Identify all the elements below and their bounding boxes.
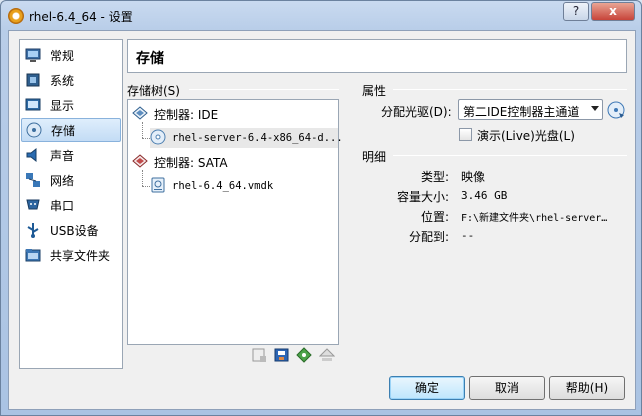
detail-location-value: F:\新建文件夹\rhel-server… <box>461 213 608 224</box>
sidebar-item-network[interactable]: 网络 <box>21 168 121 192</box>
system-icon <box>25 72 41 88</box>
drive-label: 分配光驱(D): <box>381 105 452 119</box>
chevron-down-icon <box>591 106 599 111</box>
sidebar-item-serial-port[interactable]: 串口 <box>21 193 121 217</box>
tree-connector <box>142 122 143 138</box>
live-cd-label: 演示(Live)光盘(L) <box>477 129 575 143</box>
details-separator <box>393 155 627 156</box>
general-icon <box>25 47 41 63</box>
remove-attachment-icon[interactable] <box>318 347 336 363</box>
storage-icon <box>26 122 42 138</box>
hard-disk-icon <box>150 177 166 196</box>
title-bar[interactable]: rhel-6.4_64 - 设置 ? x <box>1 1 641 31</box>
tree-connector <box>142 186 150 187</box>
attributes-section-label: 属性 <box>362 84 387 98</box>
controller-name: 控制器: SATA <box>154 155 228 170</box>
detail-location-label: 位置: <box>421 210 450 224</box>
sata-controller-icon <box>132 153 148 171</box>
add-attachment-icon[interactable] <box>274 347 290 363</box>
settings-window: rhel-6.4_64 - 设置 ? x 常规 系统 显示 存储 声音 网络 串… <box>0 0 642 416</box>
storage-tree[interactable]: 控制器: IDE rhel-server-6.4-x86_64-d... 控制器… <box>127 99 343 345</box>
display-icon <box>25 97 41 113</box>
controller-name: 控制器: IDE <box>154 107 219 122</box>
drive-select[interactable]: 第二IDE控制器主通道 <box>458 99 603 120</box>
sidebar-item-label: 共享文件夹 <box>50 248 111 263</box>
page-title: 存储 <box>136 51 164 67</box>
help-button[interactable]: 帮助(H) <box>549 376 625 400</box>
settings-client-area: 常规 系统 显示 存储 声音 网络 串口 USB设备 共享文件夹 存储 存储树(… <box>8 30 636 410</box>
detail-attached-value: -- <box>461 229 475 242</box>
window-help-button[interactable]: ? <box>563 2 589 21</box>
tree-device-optical[interactable]: rhel-server-6.4-x86_64-d... <box>150 128 343 148</box>
page-title-box: 存储 <box>127 39 627 73</box>
device-name: rhel-server-6.4-x86_64-d... <box>172 132 343 144</box>
network-icon <box>25 172 41 188</box>
sidebar-item-usb[interactable]: USB设备 <box>21 218 121 242</box>
attributes-separator <box>393 89 627 90</box>
audio-icon <box>25 147 41 163</box>
sidebar-item-label: 声音 <box>50 148 75 163</box>
detail-type-value: 映像 <box>461 170 486 184</box>
tree-connector <box>142 170 143 186</box>
optical-disc-icon <box>150 129 166 148</box>
cancel-button[interactable]: 取消 <box>469 376 545 400</box>
sidebar-item-label: USB设备 <box>50 223 99 238</box>
sidebar-item-shared-folders[interactable]: 共享文件夹 <box>21 243 121 267</box>
sidebar-item-system[interactable]: 系统 <box>21 68 121 92</box>
storage-tree-separator <box>189 89 339 90</box>
tree-connector <box>142 138 150 139</box>
sidebar-item-label: 串口 <box>50 198 75 213</box>
detail-type-label: 类型: <box>421 170 450 184</box>
drive-select-value: 第二IDE控制器主通道 <box>463 105 580 119</box>
sidebar-item-storage[interactable]: 存储 <box>21 118 121 142</box>
detail-attached-label: 分配到: <box>409 230 450 244</box>
sidebar-item-label: 存储 <box>51 123 76 138</box>
sidebar-item-label: 网络 <box>50 173 75 188</box>
sidebar-item-audio[interactable]: 声音 <box>21 143 121 167</box>
virtualbox-app-icon <box>8 8 24 24</box>
add-optical-drive-icon[interactable] <box>296 347 312 363</box>
shared-folder-icon <box>25 247 41 263</box>
sidebar-item-label: 显示 <box>50 98 75 113</box>
sidebar-item-label: 系统 <box>50 73 75 88</box>
sidebar-item-general[interactable]: 常规 <box>21 43 121 67</box>
serial-port-icon <box>25 197 41 213</box>
tree-controller-sata[interactable]: 控制器: SATA <box>132 152 228 172</box>
choose-disk-icon[interactable] <box>607 101 625 122</box>
window-title: rhel-6.4_64 - 设置 <box>29 10 133 24</box>
usb-icon <box>25 222 41 238</box>
tree-device-disk[interactable]: rhel-6.4_64.vmdk <box>150 176 273 196</box>
sidebar-item-display[interactable]: 显示 <box>21 93 121 117</box>
details-section-label: 明细 <box>362 150 387 164</box>
detail-size-label: 容量大小: <box>397 190 450 204</box>
ide-controller-icon <box>132 105 148 123</box>
live-cd-checkbox[interactable] <box>459 128 472 141</box>
settings-sidebar: 常规 系统 显示 存储 声音 网络 串口 USB设备 共享文件夹 <box>19 39 123 369</box>
detail-size-value: 3.46 GB <box>461 189 508 202</box>
window-close-button[interactable]: x <box>591 2 635 21</box>
device-name: rhel-6.4_64.vmdk <box>172 180 274 192</box>
ok-button[interactable]: 确定 <box>389 376 465 400</box>
add-controller-icon[interactable] <box>251 347 267 363</box>
sidebar-item-label: 常规 <box>50 48 75 63</box>
storage-tree-label: 存储树(S) <box>127 84 180 98</box>
tree-controller-ide[interactable]: 控制器: IDE <box>132 104 218 124</box>
